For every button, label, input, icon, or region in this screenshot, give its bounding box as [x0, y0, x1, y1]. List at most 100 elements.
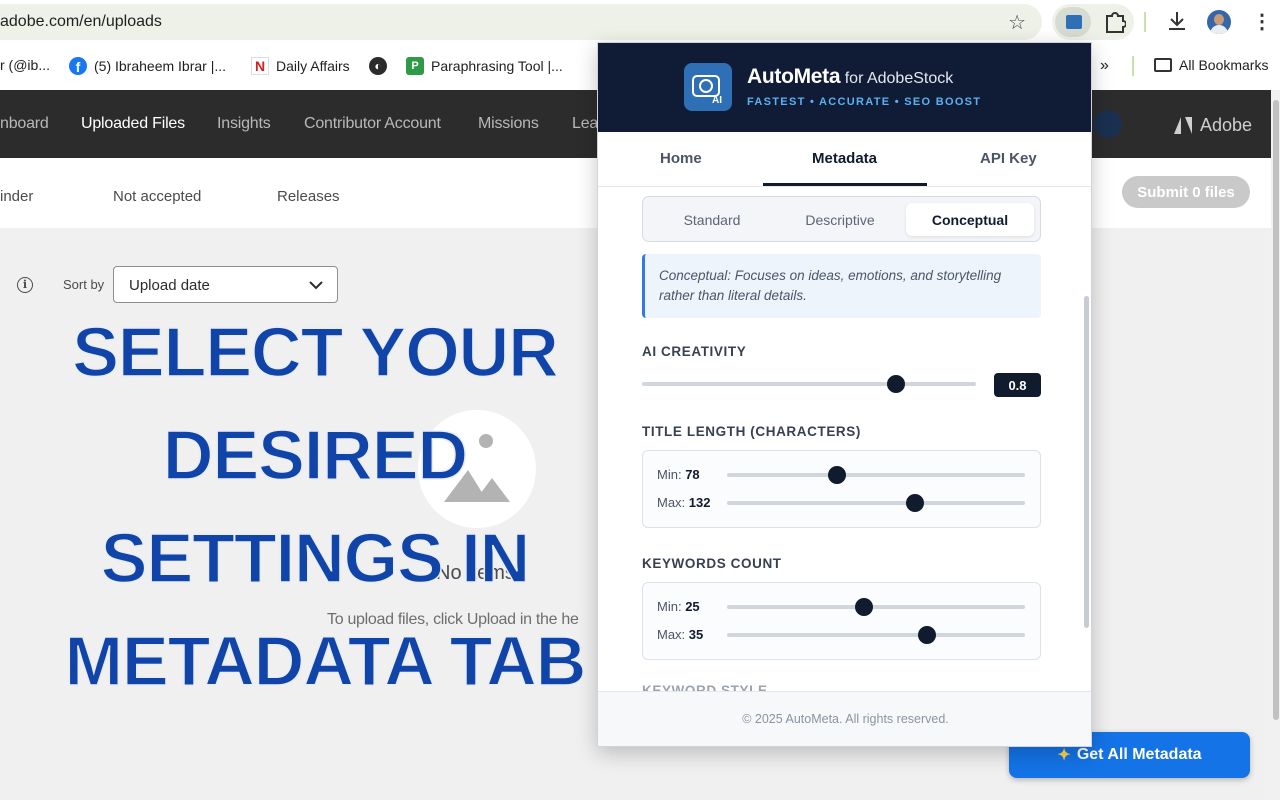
- title-min-label: Min: 78: [657, 467, 700, 482]
- facebook-icon: f: [69, 57, 87, 75]
- style-description: Conceptual: Focuses on ideas, emotions, …: [659, 268, 1002, 303]
- browser-menu-icon[interactable]: ⋮: [1252, 10, 1272, 34]
- popup-tabs: Home Metadata API Key: [598, 132, 1091, 187]
- active-tab-indicator: [763, 183, 927, 186]
- style-conceptual[interactable]: Conceptual: [906, 203, 1034, 236]
- profile-avatar[interactable]: [1207, 10, 1231, 34]
- autometa-extension-icon[interactable]: [1055, 7, 1091, 37]
- extension-name-suffix: for AdobeStock: [844, 70, 954, 87]
- overlay-text-line: SELECT YOUR: [71, 312, 559, 392]
- nav-uploaded-files[interactable]: Uploaded Files: [81, 115, 185, 133]
- nav-dashboard[interactable]: nboard: [0, 115, 49, 133]
- keywords-max-slider[interactable]: [727, 626, 1025, 644]
- bookmark-item[interactable]: f (5) Ibraheem Ibrar |...: [69, 57, 226, 75]
- ai-creativity-slider[interactable]: [642, 375, 976, 393]
- style-segmented-control: Standard Descriptive Conceptual: [642, 196, 1041, 242]
- title-min-thumb[interactable]: [828, 466, 847, 484]
- chevron-down-icon: [309, 281, 323, 290]
- paraphrasing-tool-icon: P: [406, 57, 424, 75]
- style-standard[interactable]: Standard: [649, 203, 775, 236]
- extension-name: AutoMeta: [747, 65, 841, 88]
- more-bookmarks-chevron-icon[interactable]: »: [1100, 57, 1109, 75]
- bookmark-star-icon[interactable]: ☆: [1008, 10, 1026, 35]
- keywords-count-box: Min: 25 Max: 35: [642, 582, 1041, 660]
- get-all-metadata-label: Get All Metadata: [1076, 746, 1202, 763]
- title-max-value: 132: [688, 495, 711, 510]
- all-bookmarks-label: All Bookmarks: [1179, 57, 1269, 73]
- title-max-label: Max: 132: [657, 495, 711, 510]
- ai-creativity-value: 0.8: [994, 373, 1041, 397]
- all-bookmarks[interactable]: All Bookmarks: [1154, 57, 1268, 73]
- ai-creativity-label: AI CREATIVITY: [642, 344, 747, 359]
- tab-metadata[interactable]: Metadata: [812, 150, 877, 167]
- title-min-value: 78: [685, 467, 700, 482]
- bookmark-label: Daily Affairs: [276, 58, 350, 74]
- svg-text:AI: AI: [712, 95, 722, 106]
- bookmark-label: r (@ib...: [0, 57, 50, 73]
- user-avatar[interactable]: [1094, 110, 1122, 138]
- overlay-text-line: DESIRED: [162, 415, 469, 495]
- browser-toolbar: adobe.com/en/uploads ☆ ⋮: [0, 0, 1280, 44]
- tab-home[interactable]: Home: [660, 150, 702, 167]
- keywords-max-thumb[interactable]: [917, 626, 936, 644]
- adobe-logo[interactable]: Adobe: [1174, 115, 1252, 136]
- info-icon[interactable]: i: [17, 277, 33, 293]
- nav-insights[interactable]: Insights: [217, 115, 271, 133]
- nav-learn[interactable]: Lea: [572, 115, 598, 133]
- keywords-min-label: Min: 25: [657, 599, 700, 614]
- bookmark-item[interactable]: r (@ib...: [0, 57, 50, 73]
- n-logo-icon: N: [251, 57, 269, 75]
- style-descriptive[interactable]: Descriptive: [777, 203, 903, 236]
- folder-icon: [1154, 58, 1172, 72]
- title-min-slider[interactable]: [727, 466, 1025, 484]
- nav-contributor-account[interactable]: Contributor Account: [304, 115, 441, 133]
- keywords-max-value: 35: [688, 627, 704, 642]
- autometa-logo-icon: AI: [684, 63, 732, 111]
- ai-creativity-thumb[interactable]: [886, 375, 905, 393]
- metadata-settings: Standard Descriptive Conceptual Conceptu…: [598, 188, 1091, 691]
- copyright-text: © 2025 AutoMeta. All rights reserved.: [742, 712, 949, 726]
- title-max-thumb[interactable]: [905, 494, 924, 512]
- tab-reminder[interactable]: inder: [0, 188, 33, 205]
- keywords-count-label: KEYWORDS COUNT: [642, 556, 782, 571]
- keywords-min-value: 25: [685, 599, 700, 614]
- download-icon[interactable]: [1166, 8, 1188, 34]
- sort-by-label: Sort by: [63, 277, 105, 292]
- title-max-slider[interactable]: [727, 494, 1025, 512]
- popup-footer: © 2025 AutoMeta. All rights reserved.: [598, 691, 1091, 746]
- bookmark-label: (5) Ibraheem Ibrar |...: [94, 58, 227, 74]
- style-description-box: Conceptual: Focuses on ideas, emotions, …: [642, 254, 1041, 318]
- overlay-text-line: METADATA TAB: [64, 621, 587, 701]
- bookmark-separator: [1132, 56, 1134, 76]
- url-text[interactable]: adobe.com/en/uploads: [0, 13, 162, 31]
- globe-icon: ◐: [369, 57, 387, 75]
- title-length-box: Min: 78 Max: 132: [642, 450, 1041, 528]
- tab-not-accepted[interactable]: Not accepted: [113, 188, 201, 205]
- submit-files-button[interactable]: Submit 0 files: [1122, 176, 1250, 208]
- bookmark-item[interactable]: ◐: [369, 57, 387, 75]
- tab-releases[interactable]: Releases: [277, 188, 340, 205]
- popup-title: AutoMeta for AdobeStock: [747, 65, 953, 89]
- keywords-min-thumb[interactable]: [855, 598, 874, 616]
- tab-api-key[interactable]: API Key: [980, 150, 1037, 167]
- nav-missions[interactable]: Missions: [478, 115, 539, 133]
- title-length-label: TITLE LENGTH (CHARACTERS): [642, 424, 861, 439]
- overlay-text-line: SETTINGS IN: [100, 518, 531, 598]
- sparkle-icon: ✦: [1057, 747, 1071, 764]
- adobe-brand-label: Adobe: [1200, 115, 1253, 135]
- extension-tagline: FASTEST • ACCURATE • SEO BOOST: [747, 96, 982, 108]
- keywords-max-label: Max: 35: [657, 627, 704, 642]
- popup-scrollbar[interactable]: [1084, 296, 1089, 628]
- keywords-min-slider[interactable]: [727, 598, 1025, 616]
- sort-by-select[interactable]: Upload date: [113, 266, 338, 303]
- bookmark-item[interactable]: N Daily Affairs: [251, 57, 350, 75]
- page-scrollbar-thumb[interactable]: [1273, 100, 1279, 720]
- popup-header: AI AutoMeta for AdobeStock FASTEST • ACC…: [598, 43, 1091, 132]
- address-bar[interactable]: adobe.com/en/uploads ☆: [0, 4, 1042, 40]
- bookmark-label: Paraphrasing Tool |...: [431, 58, 563, 74]
- toolbar-separator: [1144, 12, 1146, 32]
- adobe-logo-icon: [1174, 117, 1192, 134]
- autometa-popup: AI AutoMeta for AdobeStock FASTEST • ACC…: [597, 42, 1092, 747]
- extensions-puzzle-icon[interactable]: [1104, 8, 1126, 34]
- bookmark-item[interactable]: P Paraphrasing Tool |...: [406, 57, 563, 75]
